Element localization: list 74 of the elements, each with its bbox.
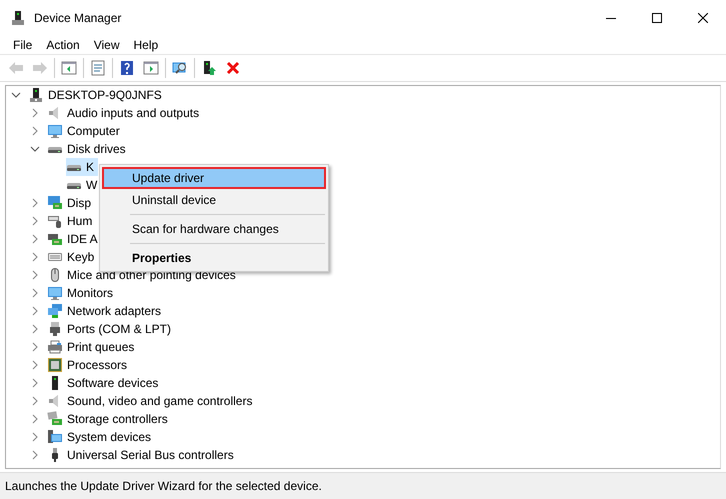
- menu-item[interactable]: View: [86, 38, 126, 52]
- help-icon: [119, 60, 135, 76]
- context-menu-item[interactable]: Scan for hardware changes: [102, 218, 326, 240]
- tree-item[interactable]: Sound, video and game controllers: [47, 392, 256, 410]
- panel-toggle-icon: [61, 60, 77, 76]
- system-computer-icon: [47, 429, 63, 445]
- tree-item[interactable]: Storage controllers: [47, 410, 172, 428]
- tree-item[interactable]: Audio inputs and outputs: [47, 104, 204, 122]
- chevron-down-icon[interactable]: [30, 144, 40, 154]
- properties-sheet-icon: [90, 60, 106, 76]
- close-icon: [698, 12, 708, 22]
- chevron-right-icon[interactable]: [30, 450, 40, 460]
- tree-item[interactable]: Print queues: [47, 338, 138, 356]
- tree-item[interactable]: Mice and other pointing devices: [47, 266, 240, 284]
- chevron-right-icon[interactable]: [30, 270, 40, 280]
- chevron-right-icon[interactable]: [30, 126, 40, 136]
- chevron-right-icon[interactable]: [30, 396, 40, 406]
- back-arrow-icon: [8, 60, 24, 76]
- chevron-right-icon[interactable]: [30, 252, 40, 262]
- monitor-scan-icon: [172, 60, 188, 76]
- tree-item[interactable]: Keyb: [47, 248, 98, 266]
- controller-card-icon: [47, 231, 63, 247]
- tree-item[interactable]: Monitors: [47, 284, 118, 302]
- monitor-icon: [47, 285, 63, 301]
- action-pane-icon: [143, 60, 159, 76]
- chevron-right-icon[interactable]: [30, 234, 40, 244]
- tree-item[interactable]: Computer: [47, 122, 124, 140]
- chevron-right-icon[interactable]: [30, 288, 40, 298]
- computer-tower-icon: [28, 87, 44, 103]
- menu-item[interactable]: Action: [39, 38, 87, 52]
- chevron-right-icon[interactable]: [30, 360, 40, 370]
- monitor-icon: [47, 123, 63, 139]
- tree-item[interactable]: Software devices: [47, 374, 162, 392]
- chevron-down-icon[interactable]: [11, 90, 21, 100]
- processor-chip-icon: [47, 357, 63, 373]
- chevron-right-icon[interactable]: [30, 108, 40, 118]
- printer-icon: [47, 339, 63, 355]
- maximize-icon: [652, 12, 662, 22]
- chevron-right-icon[interactable]: [30, 324, 40, 334]
- status-text: Launches the Update Driver Wizard for the selected device.: [5, 479, 322, 493]
- chevron-right-icon[interactable]: [30, 198, 40, 208]
- delete-icon: [225, 60, 241, 76]
- tree-item[interactable]: DESKTOP-9Q0JNFS: [28, 86, 166, 104]
- context-menu-item[interactable]: Uninstall device: [102, 189, 326, 211]
- port-connector-icon: [47, 321, 63, 337]
- tree-item[interactable]: Universal Serial Bus controllers: [47, 446, 238, 464]
- menu-item[interactable]: File: [6, 38, 40, 52]
- tree-item[interactable]: Disk drives: [47, 140, 130, 158]
- chevron-right-icon[interactable]: [30, 216, 40, 226]
- tree-item[interactable]: Hum: [47, 212, 96, 230]
- chevron-right-icon[interactable]: [30, 306, 40, 316]
- context-menu-item[interactable]: Update driver: [102, 167, 326, 189]
- tree-item[interactable]: Network adapters: [47, 302, 166, 320]
- tree-item[interactable]: W: [66, 176, 102, 194]
- chevron-right-icon[interactable]: [30, 378, 40, 388]
- storage-controller-icon: [47, 411, 63, 427]
- chevron-right-icon[interactable]: [30, 342, 40, 352]
- chevron-right-icon[interactable]: [30, 414, 40, 424]
- tree-item[interactable]: Processors: [47, 356, 132, 374]
- tree-item[interactable]: System devices: [47, 428, 156, 446]
- tree-item[interactable]: K: [66, 158, 98, 176]
- window-title: Device Manager: [34, 10, 122, 24]
- tree-item[interactable]: Disp: [47, 194, 96, 212]
- forward-arrow-icon: [32, 60, 48, 76]
- display-card-icon: [47, 195, 63, 211]
- input-device-icon: [47, 213, 63, 229]
- tree-item[interactable]: IDE A: [47, 230, 102, 248]
- app-icon: [10, 10, 26, 26]
- tree-item[interactable]: Ports (COM & LPT): [47, 320, 176, 338]
- device-update-icon: [201, 60, 217, 76]
- chevron-right-icon[interactable]: [30, 432, 40, 442]
- context-menu-item[interactable]: Properties: [102, 247, 326, 269]
- menu-item[interactable]: Help: [126, 38, 166, 52]
- network-icon: [47, 303, 63, 319]
